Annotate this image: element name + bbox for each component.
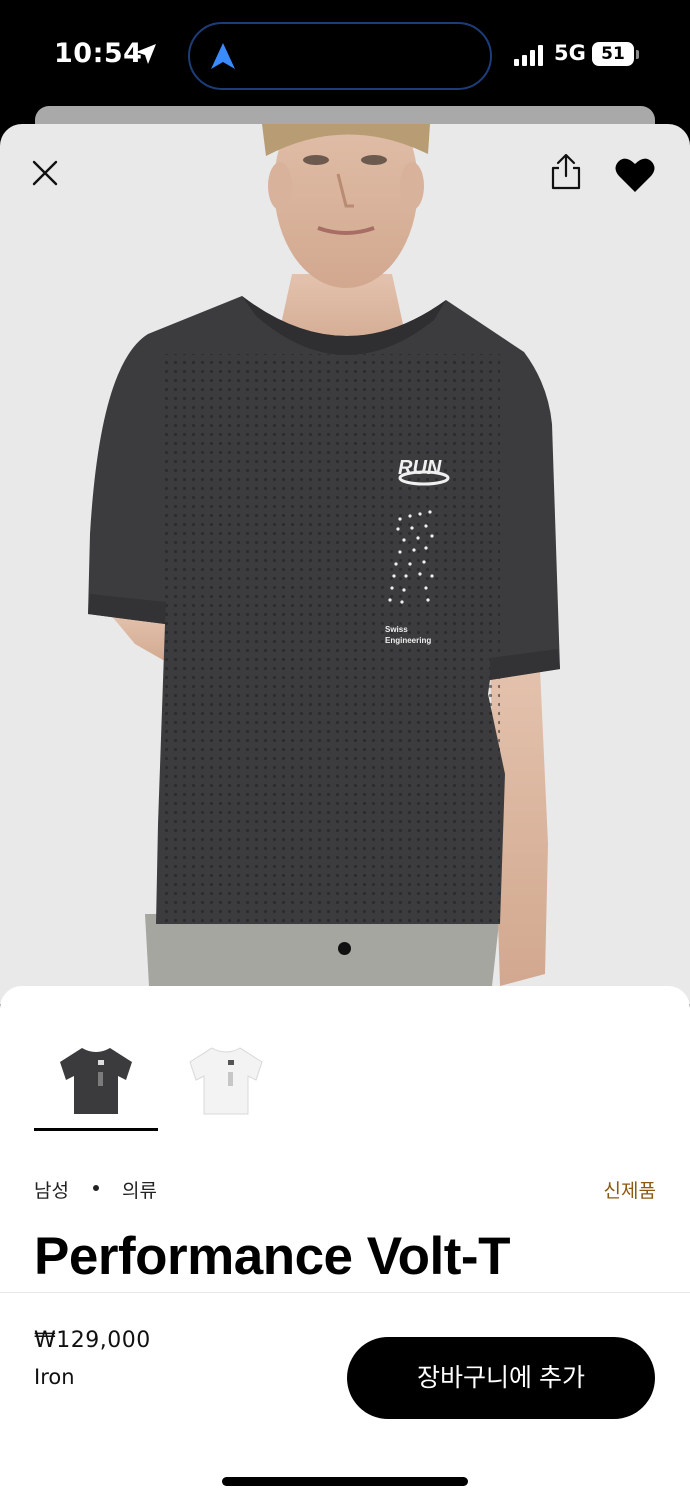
status-bar: 10:54 5G 51 bbox=[0, 0, 690, 110]
svg-text:Engineering: Engineering bbox=[385, 636, 431, 645]
signal-icon bbox=[514, 45, 543, 66]
selected-variant-underline bbox=[34, 1128, 158, 1131]
close-icon[interactable] bbox=[26, 154, 64, 192]
breadcrumb-separator bbox=[93, 1185, 99, 1191]
product-title: Performance Volt-T bbox=[34, 1227, 510, 1286]
breadcrumb-gender[interactable]: 남성 bbox=[34, 1176, 69, 1203]
status-time: 10:54 bbox=[54, 38, 143, 69]
heart-icon[interactable] bbox=[614, 156, 656, 194]
color-variant-iron[interactable] bbox=[34, 1036, 158, 1132]
product-price: ₩129,000 bbox=[34, 1328, 151, 1353]
battery-icon: 51 bbox=[592, 42, 634, 66]
product-image-carousel[interactable]: RUN Swiss Engineering bbox=[0, 124, 690, 1004]
carousel-page-indicator bbox=[338, 942, 351, 955]
variant-thumbnail-white bbox=[189, 1047, 263, 1115]
variant-thumbnail-iron bbox=[60, 1048, 132, 1114]
location-arrow-icon bbox=[136, 44, 156, 64]
dynamic-island[interactable] bbox=[188, 22, 492, 90]
product-photo: RUN Swiss Engineering bbox=[88, 124, 560, 1004]
breadcrumb-category[interactable]: 의류 bbox=[122, 1176, 157, 1203]
battery-nub bbox=[636, 50, 639, 59]
selected-color-name: Iron bbox=[34, 1365, 75, 1389]
battery-level: 51 bbox=[601, 44, 625, 64]
share-icon[interactable] bbox=[548, 152, 584, 192]
svg-text:Swiss: Swiss bbox=[385, 625, 408, 634]
bottom-bar-divider bbox=[0, 1292, 690, 1293]
new-product-badge: 신제품 bbox=[603, 1180, 656, 1202]
add-to-cart-button[interactable]: 장바구니에 추가 bbox=[347, 1337, 655, 1419]
network-type: 5G bbox=[554, 41, 586, 65]
navigation-arrow-icon bbox=[211, 43, 235, 69]
color-variant-white[interactable] bbox=[164, 1036, 288, 1132]
home-indicator[interactable] bbox=[222, 1477, 468, 1486]
